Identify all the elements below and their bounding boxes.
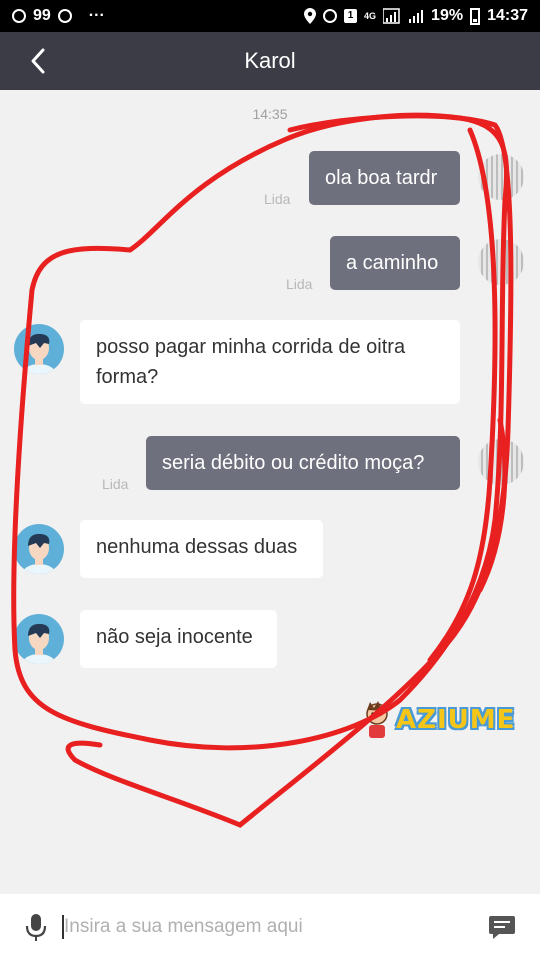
- read-receipt: Lida: [286, 276, 313, 292]
- watermark-text: AZIUME: [396, 705, 516, 735]
- contact-name: Karol: [244, 48, 296, 73]
- message-bubble-outgoing[interactable]: seria débito ou crédito moça?: [146, 436, 460, 490]
- cell-signal-icon: [409, 10, 424, 23]
- read-receipt: Lida: [102, 476, 129, 492]
- notification-count: 99: [33, 7, 51, 24]
- battery-icon: [470, 7, 481, 25]
- message-bubble-incoming[interactable]: não seja inocente: [80, 610, 277, 668]
- self-avatar: [478, 439, 524, 485]
- sim-icon: 1: [344, 9, 358, 23]
- message-bubble-incoming[interactable]: nenhuma dessas duas: [80, 520, 323, 578]
- person-icon: [21, 623, 57, 664]
- message-input-bar: [0, 894, 540, 960]
- contact-avatar[interactable]: [14, 614, 64, 664]
- whatsapp-icon: [57, 9, 72, 23]
- battery-percent: 19%: [431, 7, 464, 24]
- network-type: 4G: [364, 11, 377, 21]
- clock: 14:37: [487, 7, 528, 24]
- alarm-icon: [323, 9, 338, 23]
- message-bubble-outgoing[interactable]: a caminho: [330, 236, 460, 290]
- contact-avatar[interactable]: [14, 324, 64, 374]
- chat-header: Karol: [0, 32, 540, 90]
- chat-area[interactable]: 14:35 Lida ola boa tardr Lida a caminho …: [0, 90, 540, 894]
- more-notifications-indicator: ···: [88, 7, 105, 24]
- person-icon: [21, 333, 57, 374]
- back-button[interactable]: [24, 44, 54, 78]
- message-input[interactable]: [62, 915, 478, 939]
- person-icon: [21, 533, 57, 574]
- self-avatar: [478, 154, 524, 200]
- chat-timestamp: 14:35: [252, 106, 288, 122]
- message-bubble-outgoing[interactable]: ola boa tardr: [309, 151, 460, 205]
- microphone-icon[interactable]: [24, 912, 48, 942]
- notification-icon: [12, 9, 26, 23]
- read-receipt: Lida: [264, 191, 291, 207]
- watermark-logo: AZIUME: [360, 700, 515, 740]
- message-bubble-incoming[interactable]: posso pagar minha corrida de oitra forma…: [80, 320, 460, 404]
- contact-avatar[interactable]: [14, 524, 64, 574]
- quick-reply-icon[interactable]: [488, 914, 516, 940]
- mascot-icon: [366, 701, 388, 738]
- self-avatar: [478, 239, 524, 285]
- status-bar: 99 ··· 1 4G 19% 14:37: [0, 0, 540, 32]
- signal-icon: [383, 8, 400, 24]
- location-icon: [304, 8, 317, 24]
